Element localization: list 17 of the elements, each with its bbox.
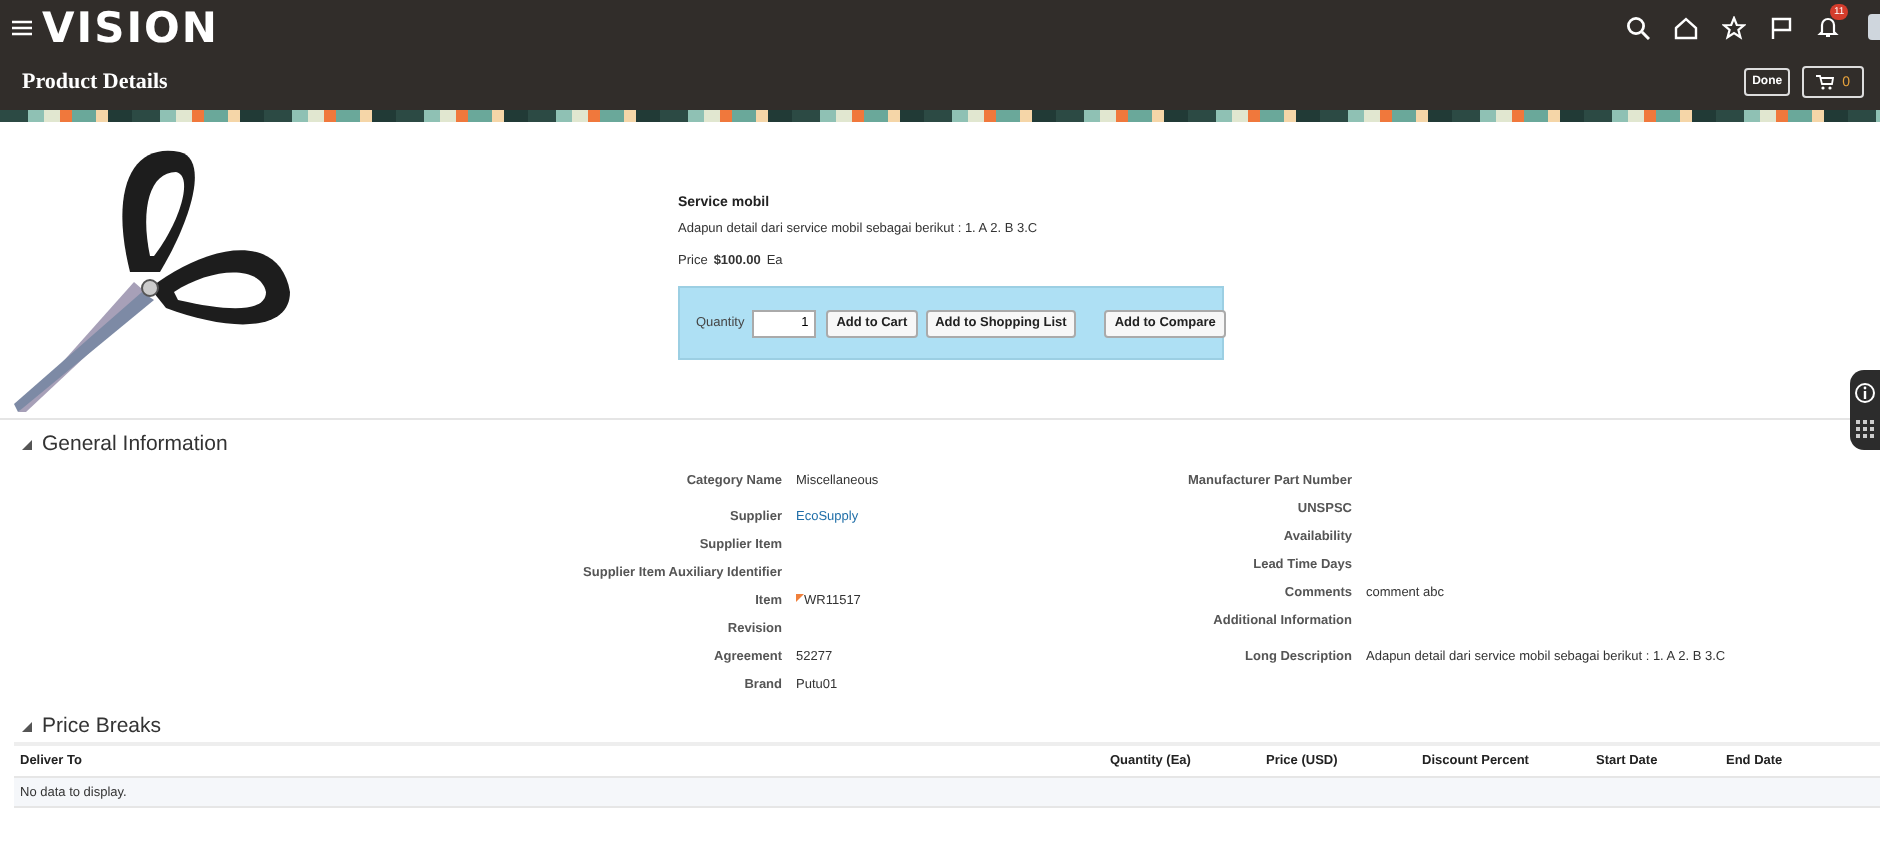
collapse-triangle-icon[interactable]	[20, 437, 34, 451]
floating-panel[interactable]	[1850, 370, 1880, 450]
section-title: Price Breaks	[42, 714, 162, 738]
grid-icon[interactable]	[1856, 420, 1874, 438]
bell-icon[interactable]	[1816, 13, 1840, 37]
info-icon[interactable]	[1854, 382, 1876, 404]
star-icon[interactable]	[1722, 15, 1746, 39]
search-icon[interactable]	[1626, 15, 1650, 39]
menu-icon[interactable]	[12, 19, 32, 35]
collapse-triangle-icon[interactable]	[20, 719, 34, 733]
cart-icon	[1816, 74, 1835, 90]
logo: VISION	[42, 7, 219, 47]
flag-icon[interactable]	[1770, 15, 1792, 39]
flag-icon	[796, 593, 804, 601]
section-title: General Information	[42, 432, 228, 456]
home-icon[interactable]	[1674, 15, 1698, 39]
page-title: Product Details	[22, 70, 168, 94]
